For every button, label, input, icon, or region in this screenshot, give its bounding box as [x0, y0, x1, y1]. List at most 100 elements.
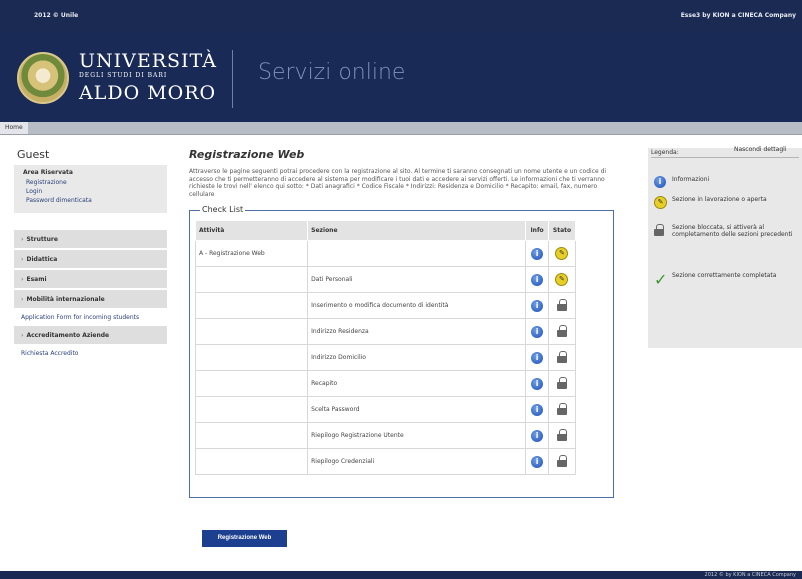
cell-attivita: [194, 318, 309, 345]
info-icon[interactable]: i: [531, 351, 544, 364]
sidebar-item-didattica[interactable]: › Didattica: [14, 250, 167, 270]
sidebar-item-mobilita[interactable]: › Mobilità internazionale: [14, 290, 167, 310]
cell-attivita: [194, 292, 309, 319]
in-progress-icon: ✎: [555, 247, 569, 260]
lock-icon: [556, 350, 567, 363]
sidebar: Guest Area Riservata Registrazione Login…: [14, 148, 167, 362]
application-form-link[interactable]: Application Form for incoming students: [14, 310, 167, 326]
cell-sezione: Indirizzo Residenza: [307, 318, 527, 345]
cell-info: i: [525, 448, 549, 475]
top-bar: 2012 © Unile Esse3 by KION a CINECA Comp…: [0, 0, 802, 32]
col-info: Info: [525, 220, 549, 241]
cell-stato: [547, 292, 577, 319]
intro-text: Attraverso le pagine seguenti potrai pro…: [189, 168, 607, 198]
in-progress-icon: ✎: [654, 196, 667, 209]
cell-attivita: A - Registrazione Web: [194, 240, 309, 267]
legend-item-info: i Informazioni: [654, 176, 794, 188]
home-tab[interactable]: Home: [0, 122, 28, 134]
sidebar-item-accreditamento[interactable]: › Accreditamento Aziende: [14, 326, 167, 346]
cell-attivita: [194, 396, 309, 423]
bullet-icon: ›: [21, 256, 24, 263]
info-icon[interactable]: i: [531, 273, 544, 286]
info-icon[interactable]: i: [531, 377, 544, 390]
cell-info: i: [525, 292, 549, 319]
user-label: Guest: [17, 148, 50, 161]
nav-bar: Home: [0, 122, 802, 135]
forgot-password-link[interactable]: Password dimenticata: [26, 196, 161, 205]
bullet-icon: ›: [21, 276, 24, 283]
bullet-icon: ›: [21, 332, 24, 339]
table-row: Riepilogo Registrazione Utente i: [194, 422, 577, 449]
legend-divider: [651, 157, 799, 158]
university-seal-logo[interactable]: [17, 52, 69, 104]
cell-info: i: [525, 396, 549, 423]
info-icon[interactable]: i: [531, 325, 544, 338]
cell-stato: [547, 318, 577, 345]
registrazione-web-button[interactable]: Registrazione Web: [202, 530, 287, 547]
richiesta-accredito-link[interactable]: Richiesta Accredito: [14, 346, 167, 362]
cell-attivita: [194, 344, 309, 371]
legend-item-complete: ✓ Sezione correttamente completata: [654, 270, 777, 289]
check-icon: ✓: [654, 270, 668, 289]
bullet-icon: ›: [21, 296, 24, 303]
header-divider: [232, 50, 233, 108]
sidebar-item-esami[interactable]: › Esami: [14, 270, 167, 290]
cell-sezione: Riepilogo Registrazione Utente: [307, 422, 527, 449]
legend-item-in-progress: ✎ Sezione in lavorazione o aperta: [654, 196, 794, 209]
bullet-icon: ›: [21, 236, 24, 243]
footer-bar: 2012 © by KION a CINECA Company: [0, 571, 802, 579]
lock-icon: [556, 324, 567, 337]
table-row: Inserimento o modifica documento di iden…: [194, 292, 577, 319]
check-list-title: Check List: [200, 205, 246, 214]
cell-stato: [547, 448, 577, 475]
col-sezione: Sezione: [307, 220, 527, 241]
in-progress-icon: ✎: [555, 273, 569, 286]
cell-stato: [547, 396, 577, 423]
cell-attivita: [194, 448, 309, 475]
cell-stato: [547, 422, 577, 449]
info-icon[interactable]: i: [531, 403, 544, 416]
lock-icon: [556, 428, 567, 441]
copyright-text: 2012 © Unile: [34, 12, 79, 19]
cell-sezione: Indirizzo Domicilio: [307, 344, 527, 371]
cell-attivita: [194, 370, 309, 397]
cell-info: i: [525, 422, 549, 449]
info-icon[interactable]: i: [531, 429, 544, 442]
cell-info: i: [525, 266, 549, 293]
vendor-link[interactable]: Esse3 by KION a CINECA Company: [681, 12, 796, 19]
lock-icon: [556, 376, 567, 389]
footer-text: 2012 © by KION a CINECA Company: [704, 572, 796, 578]
cell-info: i: [525, 344, 549, 371]
legend-item-locked: Sezione bloccata, si attiverà al complet…: [654, 224, 794, 238]
cell-sezione: Recapito: [307, 370, 527, 397]
checklist-table: Attività Sezione Info Stato A - Registra…: [194, 220, 577, 475]
service-title: Servizi online: [258, 60, 406, 85]
site-header: UNIVERSITÀ DEGLI STUDI DI BARI ALDO MORO…: [0, 32, 802, 122]
info-icon[interactable]: i: [531, 247, 544, 260]
col-attivita: Attività: [194, 220, 309, 241]
table-row: Riepilogo Credenziali i: [194, 448, 577, 475]
cell-sezione: [307, 240, 527, 267]
cell-info: i: [525, 240, 549, 267]
info-icon[interactable]: i: [531, 299, 544, 312]
legend-panel: Legenda: Nascondi dettagli i Informazion…: [648, 146, 802, 348]
cell-stato: [547, 344, 577, 371]
cell-stato: [547, 370, 577, 397]
lock-icon: [556, 298, 567, 311]
reserved-area-panel: Area Riservata Registrazione Login Passw…: [14, 165, 167, 213]
login-link[interactable]: Login: [26, 187, 161, 196]
sidebar-menu: › Strutture › Didattica › Esami › Mobilità i…: [14, 230, 167, 362]
cell-stato: ✎: [547, 240, 577, 267]
sidebar-item-strutture[interactable]: › Strutture: [14, 230, 167, 250]
cell-attivita: [194, 422, 309, 449]
hide-details-link[interactable]: Nascondi dettagli: [734, 146, 786, 153]
table-row: Indirizzo Residenza i: [194, 318, 577, 345]
brand-universita: UNIVERSITÀ: [79, 50, 217, 72]
table-row: Recapito i: [194, 370, 577, 397]
main-content: Registrazione Web Attraverso le pagine s…: [189, 148, 614, 498]
table-row: Dati Personali i ✎: [194, 266, 577, 293]
registration-link[interactable]: Registrazione: [26, 178, 161, 187]
cell-sezione: Scelta Password: [307, 396, 527, 423]
info-icon[interactable]: i: [531, 455, 544, 468]
cell-stato: ✎: [547, 266, 577, 293]
